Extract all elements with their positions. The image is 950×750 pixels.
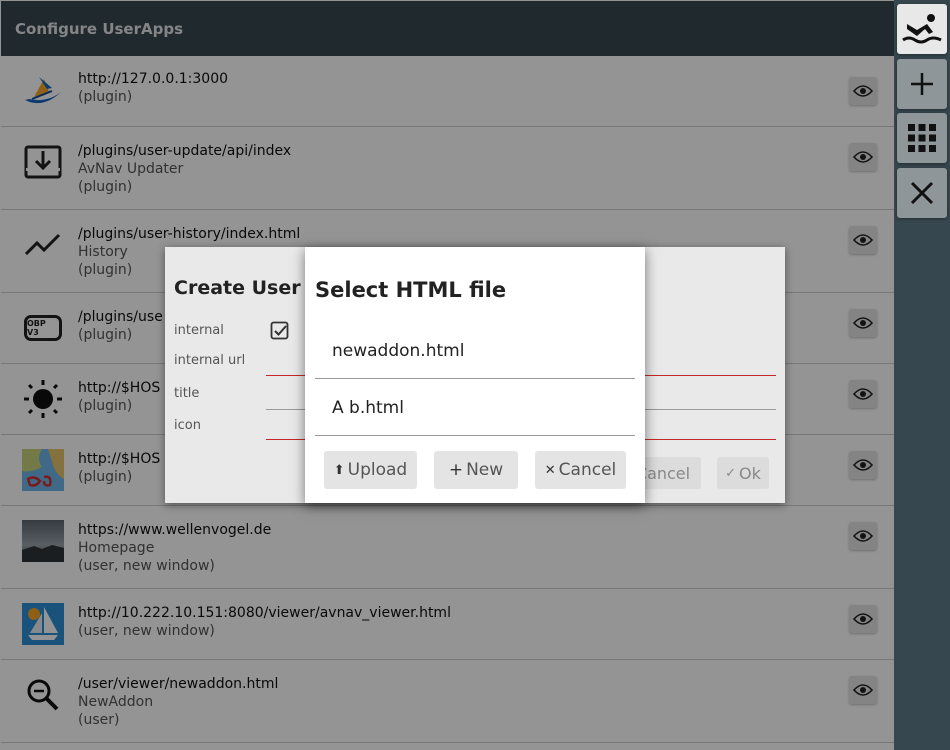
icon-label: icon xyxy=(174,418,201,433)
boat-person-button[interactable] xyxy=(897,4,947,54)
check-icon: ✓ xyxy=(725,465,737,481)
upload-icon: ⬆ xyxy=(333,462,345,478)
create-dialog-title: Create User A xyxy=(174,277,322,299)
new-button[interactable]: + New xyxy=(434,451,518,489)
close-icon xyxy=(910,181,934,205)
internal-checkbox[interactable] xyxy=(270,321,290,345)
right-toolbar xyxy=(894,0,950,750)
title-label: title xyxy=(174,386,200,401)
create-ok-label: Ok xyxy=(739,463,761,483)
close-button[interactable] xyxy=(897,168,947,218)
apps-grid-button[interactable] xyxy=(897,113,947,163)
upload-button[interactable]: ⬆ Upload xyxy=(324,451,417,489)
select-html-file-dialog: Select HTML file newaddon.html A b.html … xyxy=(305,247,645,503)
file-list-item[interactable]: newaddon.html xyxy=(315,323,635,379)
select-dialog-title: Select HTML file xyxy=(315,278,507,302)
internal-url-label: internal url xyxy=(174,353,246,368)
checkbox-checked-icon xyxy=(270,321,289,340)
file-list-item[interactable]: A b.html xyxy=(315,380,635,436)
new-label: New xyxy=(466,460,504,480)
upload-label: Upload xyxy=(347,460,408,480)
grid-icon xyxy=(908,124,936,152)
file-name: newaddon.html xyxy=(332,340,465,361)
plus-icon xyxy=(911,73,933,95)
file-name: A b.html xyxy=(332,397,404,418)
cancel-button[interactable]: ✕ Cancel xyxy=(535,451,626,489)
create-ok-button[interactable]: ✓ Ok xyxy=(717,457,769,489)
cancel-label: Cancel xyxy=(558,460,617,480)
add-button[interactable] xyxy=(897,59,947,109)
internal-label: internal xyxy=(174,323,224,338)
plus-icon: + xyxy=(448,460,464,480)
close-icon: ✕ xyxy=(544,462,556,478)
boat-person-icon xyxy=(902,14,942,44)
